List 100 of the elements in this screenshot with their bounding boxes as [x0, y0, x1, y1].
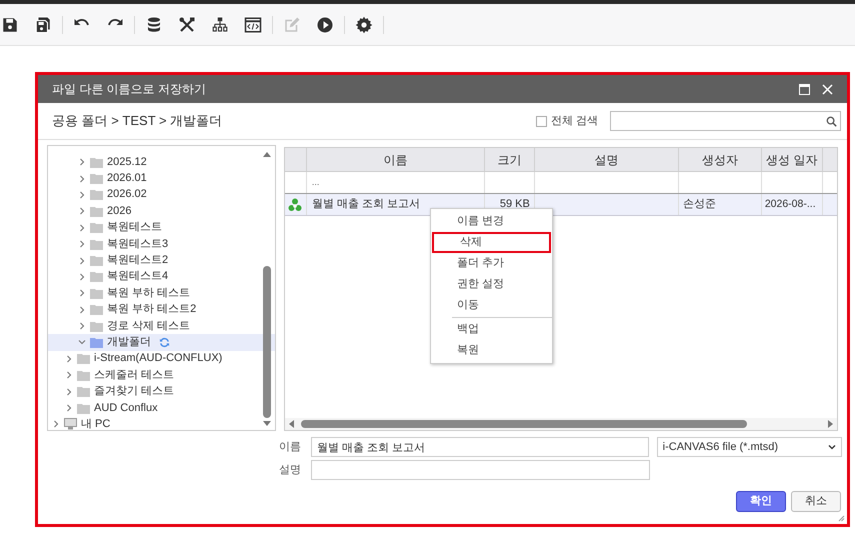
folder-icon [90, 238, 103, 250]
scroll-left-icon[interactable] [286, 419, 297, 429]
folder-icon [90, 189, 103, 200]
column-header[interactable]: 생성 일자 [762, 148, 823, 171]
save-as-icon[interactable] [34, 16, 52, 34]
tree-item-label: 복원테스트4 [107, 271, 168, 282]
search-field[interactable] [610, 111, 841, 131]
column-header[interactable]: 크기 [484, 148, 535, 171]
tree-item[interactable]: 경로 삭제 테스트 [48, 318, 275, 334]
file-row[interactable]: ... [284, 172, 837, 194]
file-name: 월별 매출 조회 보고서 [312, 197, 420, 212]
tree-item-label: AUD Conflux [94, 402, 158, 414]
tree-item-label: 복원테스트 [107, 222, 162, 234]
expand-caret-icon[interactable] [78, 338, 86, 346]
folder-icon [90, 336, 103, 348]
scroll-up-icon[interactable] [262, 150, 272, 158]
folder-icon [90, 320, 103, 332]
description-field[interactable] [311, 460, 650, 480]
folder-icon [77, 370, 90, 381]
refresh-icon[interactable] [159, 336, 170, 348]
settings-icon[interactable] [355, 16, 373, 34]
tree-item[interactable]: 2026.01 [48, 170, 275, 187]
tree-item-label: 내 PC [81, 418, 110, 430]
scroll-right-icon[interactable] [825, 419, 835, 429]
tree-item[interactable]: 복원테스트2 [48, 252, 275, 269]
folder-icon [77, 386, 90, 398]
description-label: 설명 [279, 462, 302, 478]
tree-item-label: 2025.12 [107, 156, 147, 168]
folder-icon [90, 288, 103, 299]
folder-icon [90, 271, 103, 282]
tree-item-label: 2026.02 [107, 189, 147, 200]
search-icon[interactable] [826, 116, 837, 126]
folder-icon [90, 173, 103, 184]
tree-item-label: 2026.01 [107, 173, 147, 184]
folder-icon [90, 304, 103, 316]
folder-icon [90, 206, 103, 217]
tree-item[interactable]: 복원 부하 테스트 [48, 285, 275, 302]
cancel-button[interactable]: 취소 [791, 491, 841, 512]
file-row[interactable]: 월별 매출 조회 보고서 59 KB 손성준 2026-08-... [284, 194, 837, 216]
tree-item[interactable]: 2026.02 [48, 186, 275, 204]
resize-grip-icon[interactable] [838, 515, 845, 522]
file-type-dropdown[interactable]: i-CANVAS6 file (*.mtsd) [656, 437, 842, 457]
folder-icon [77, 402, 90, 414]
tree-item[interactable]: 복원테스트3 [48, 236, 275, 252]
tree-item-label: 복원 부하 테스트2 [107, 304, 196, 316]
tree-item[interactable]: 2026 [48, 203, 275, 220]
tree-item-label: 개발폴더 [107, 336, 151, 348]
search-all-checkbox[interactable]: 전체 검색 [536, 112, 598, 130]
tree-item-label: 복원테스트3 [107, 238, 168, 250]
confirm-button[interactable]: 확인 [736, 491, 786, 512]
menu-item[interactable]: 권한 설정 [430, 274, 552, 295]
tree-item-label: 복원테스트2 [107, 255, 168, 266]
file-name-field[interactable]: 월별 매출 조회 보고서 [310, 437, 649, 457]
maximize-icon[interactable] [799, 84, 810, 94]
tools-icon[interactable] [178, 16, 196, 34]
tree-item[interactable]: 2025.12 [48, 154, 275, 170]
dialog-title: 파일 다른 이름으로 저장하기 [52, 81, 206, 98]
folder-icon [77, 353, 90, 364]
hierarchy-icon[interactable] [211, 16, 229, 34]
name-label: 이름 [279, 440, 302, 455]
tree-item[interactable]: 즐겨찾기 테스트 [48, 383, 275, 400]
menu-item[interactable]: 백업 [430, 319, 552, 340]
database-icon[interactable] [145, 16, 163, 34]
column-header[interactable]: 생성자 [678, 148, 762, 171]
vertical-scrollbar[interactable] [262, 150, 272, 428]
column-header[interactable]: 설명 [534, 148, 679, 171]
folder-icon [90, 255, 103, 266]
folder-icon [90, 156, 103, 168]
menu-item[interactable]: 삭제 [432, 232, 551, 253]
file-type-icon [288, 198, 302, 212]
file-date: 2026-08-... [764, 196, 816, 212]
close-icon[interactable] [822, 84, 833, 94]
tree-item[interactable]: AUD Conflux [48, 400, 275, 416]
menu-item[interactable]: 이동 [430, 295, 552, 316]
menu-item[interactable]: 폴더 추가 [430, 253, 552, 274]
chevron-down-icon[interactable] [828, 443, 836, 451]
folder-icon [90, 222, 103, 234]
tree-item[interactable]: 내 PC [48, 416, 275, 430]
scroll-down-icon[interactable] [262, 420, 272, 428]
horizontal-scrollbar[interactable] [284, 418, 837, 430]
file-size: 59 KB [500, 197, 530, 212]
save-icon[interactable] [1, 16, 19, 34]
tree-item-label: 경로 삭제 테스트 [107, 320, 190, 332]
computer-icon [64, 418, 77, 430]
play-icon[interactable] [316, 16, 334, 34]
tree-item-label: 복원 부하 테스트 [107, 288, 190, 299]
tree-item[interactable]: 복원테스트 [48, 220, 275, 236]
menu-item[interactable]: 복원 [430, 340, 552, 361]
tree-item[interactable]: 복원테스트4 [48, 268, 275, 286]
tree-item[interactable]: 스케줄러 테스트 [48, 367, 275, 384]
tree-item[interactable]: 복원 부하 테스트2 [48, 302, 275, 318]
tree-item-label: 즐겨찾기 테스트 [94, 386, 174, 398]
tree-item[interactable]: 개발폴더 [48, 334, 275, 351]
column-header[interactable]: 이름 [306, 148, 485, 171]
file-creator: 손성준 [682, 197, 716, 212]
code-window-icon[interactable] [244, 16, 262, 34]
tree-item[interactable]: i-Stream(AUD-CONFLUX) [48, 350, 275, 368]
breadcrumb: 공용 폴더 > TEST > 개발폴더 [52, 112, 222, 130]
file-name: ... [312, 176, 320, 189]
tree-item-label: 스케줄러 테스트 [94, 370, 174, 381]
